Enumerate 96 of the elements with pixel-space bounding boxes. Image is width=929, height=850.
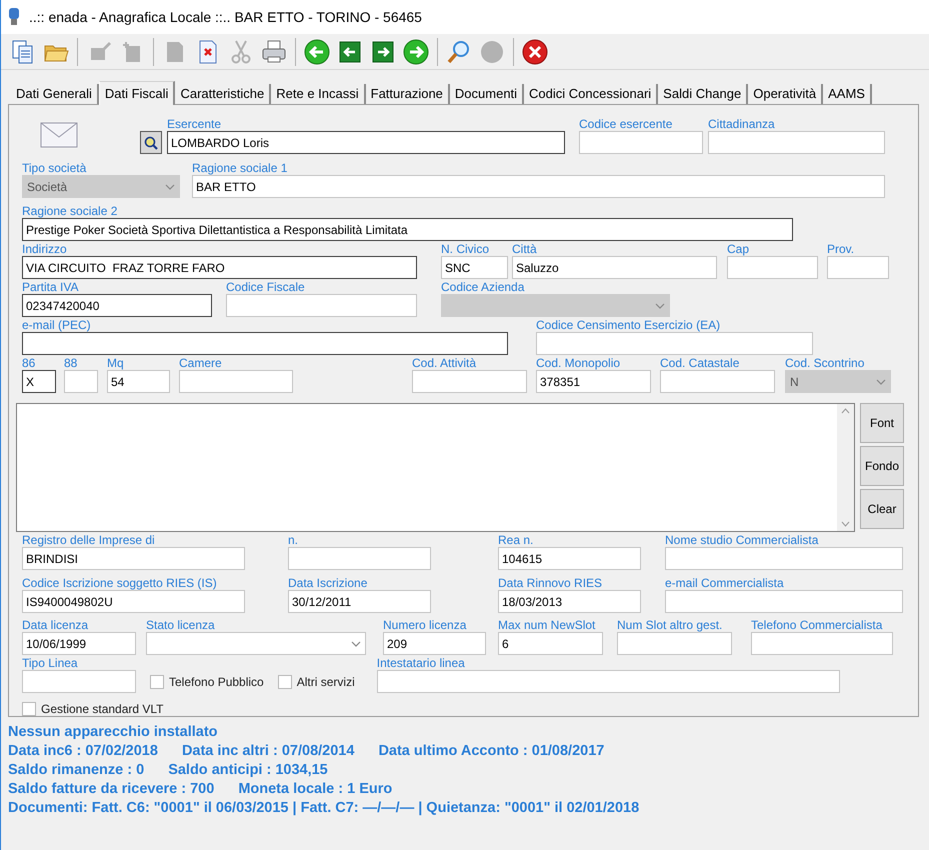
text-field[interactable]: 104615 (498, 547, 641, 570)
field-label: Città (512, 243, 538, 256)
field-label: Prov. (827, 243, 856, 256)
field-label: n. (288, 534, 300, 547)
text-field[interactable] (22, 332, 508, 355)
field-label: Intestatario linea (376, 657, 466, 670)
field-label: Partita IVA (22, 281, 80, 294)
field-label: Codice Censimento Esercizio (EA) (536, 319, 722, 332)
field-label: Max num NewSlot (498, 619, 596, 632)
text-field[interactable]: SNC (441, 256, 508, 279)
text-field[interactable]: Saluzzo (512, 256, 717, 279)
text-field[interactable]: 378351 (536, 370, 651, 393)
dropdown[interactable] (146, 632, 366, 655)
field-label: Data Iscrizione (288, 577, 368, 590)
text-field[interactable]: 54 (107, 370, 170, 393)
text-field[interactable]: 18/03/2013 (498, 590, 641, 613)
text-field[interactable]: VIA CIRCUITO FRAZ TORRE FARO (22, 256, 417, 279)
field-label: Codice Iscrizione soggetto RIES (IS) (22, 577, 218, 590)
field-label: Cod. Monopolio (536, 357, 622, 370)
checkbox[interactable]: Telefono Pubblico (150, 670, 264, 693)
app-icon (7, 7, 21, 27)
search-icon (143, 134, 159, 150)
field-label: Cod. Attività (412, 357, 478, 370)
status-text: Saldo anticipi : 1034,15 (168, 760, 328, 780)
envelope-icon (40, 122, 78, 148)
field-label: N. Civico (441, 243, 490, 256)
field-label: Stato licenza (146, 619, 216, 632)
field-label: Registro delle Imprese di (22, 534, 156, 547)
memo-button[interactable]: Clear (860, 489, 904, 529)
text-field[interactable]: BRINDISI (22, 547, 245, 570)
field-label: Data Rinnovo RIES (498, 577, 604, 590)
field-label: Telefono Commercialista (751, 619, 884, 632)
field-label: Num Slot altro gest. (617, 619, 724, 632)
field-label: Mq (107, 357, 125, 370)
field-label: Esercente (167, 118, 222, 131)
chevron-down-icon (165, 184, 175, 190)
field-label: Codice Fiscale (226, 281, 306, 294)
status-text: Data inc altri : 07/08/2014 (182, 742, 354, 761)
field-label: Ragione sociale 2 (22, 205, 118, 218)
field-label: Codice esercente (579, 118, 674, 131)
memo-button[interactable]: Font (860, 403, 904, 443)
text-field[interactable]: 30/12/2011 (288, 590, 431, 613)
field-label: 88 (64, 357, 78, 370)
memo-button[interactable]: Fondo (860, 446, 904, 486)
text-field[interactable]: IS9400049802U (22, 590, 245, 613)
field-label: Ragione sociale 1 (192, 162, 288, 175)
checkbox-square[interactable] (22, 702, 36, 716)
field-label: Codice Azienda (441, 281, 526, 294)
close-icon[interactable] (521, 38, 549, 66)
field-label: Cittadinanza (708, 118, 776, 131)
scrollbar[interactable] (837, 404, 854, 531)
field-label: Tipo società (22, 162, 88, 175)
checkbox-square[interactable] (278, 674, 292, 688)
checkbox[interactable]: Gestione standard VLT (22, 697, 164, 720)
chevron-down-icon (655, 302, 665, 308)
status-text: Saldo rimanenze : 0 (8, 760, 144, 780)
text-field[interactable]: 02347420040 (22, 294, 212, 317)
text-field[interactable]: BAR ETTO (192, 175, 885, 198)
field-label: Indirizzo (22, 243, 68, 256)
status-text: Saldo fatture da ricevere : 700 (8, 780, 214, 799)
chevron-down-icon (876, 378, 886, 384)
text-field[interactable]: X (22, 370, 56, 393)
status-text: Nessun apparecchio installato (8, 722, 218, 742)
field-label: Cod. Catastale (660, 357, 740, 370)
text-field[interactable]: 6 (498, 632, 603, 655)
text-field[interactable]: LOMBARDO Loris (167, 131, 565, 154)
status-text: Data ultimo Acconto : 01/08/2017 (378, 742, 604, 761)
arrow-right-circle-icon[interactable] (402, 38, 430, 66)
field-label: e-mail Commercialista (665, 577, 785, 590)
tab[interactable]: Dati Fiscali (98, 81, 176, 105)
printer-icon[interactable] (260, 38, 288, 66)
scroll-down-icon[interactable] (841, 521, 850, 527)
checkbox[interactable]: Altri servizi (278, 670, 355, 693)
field-label: Tipo Linea (22, 657, 79, 670)
scroll-up-icon[interactable] (841, 408, 850, 414)
text-field[interactable]: 209 (383, 632, 486, 655)
field-label: Rea n. (498, 534, 534, 547)
text-field[interactable]: Prestige Poker Società Sportiva Dilettantistica a Responsabilità Limitata (22, 218, 793, 241)
search-button[interactable] (140, 131, 162, 154)
chevron-down-icon (351, 640, 361, 646)
status-text: Data inc6 : 07/02/2018 (8, 742, 158, 761)
field-label: Nome studio Commercialista (665, 534, 820, 547)
status-text: Documenti: Fatt. C6: "0001" il 06/03/2015 | Fatt. C7: —/—/— | Quietanza: "0001" il 02/01/2018 (8, 798, 640, 818)
field-label: e-mail (PEC) (22, 319, 92, 332)
field-label: Cod. Scontrino (785, 357, 866, 370)
status-text: Moneta locale : 1 Euro (238, 780, 392, 799)
field-label: 86 (22, 357, 36, 370)
notes-area[interactable] (16, 403, 855, 532)
field-label: Data licenza (22, 619, 90, 632)
arrow-left-circle-icon[interactable] (303, 38, 331, 66)
window-title: ..:: enada - Anagrafica Locale ::.. BAR ETTO - TORINO - 56465 (29, 8, 422, 27)
text-field[interactable]: 10/06/1999 (22, 632, 136, 655)
field-label: Camere (179, 357, 223, 370)
checkbox-square[interactable] (150, 674, 164, 688)
field-label: Numero licenza (383, 619, 468, 632)
field-label: Cap (727, 243, 750, 256)
